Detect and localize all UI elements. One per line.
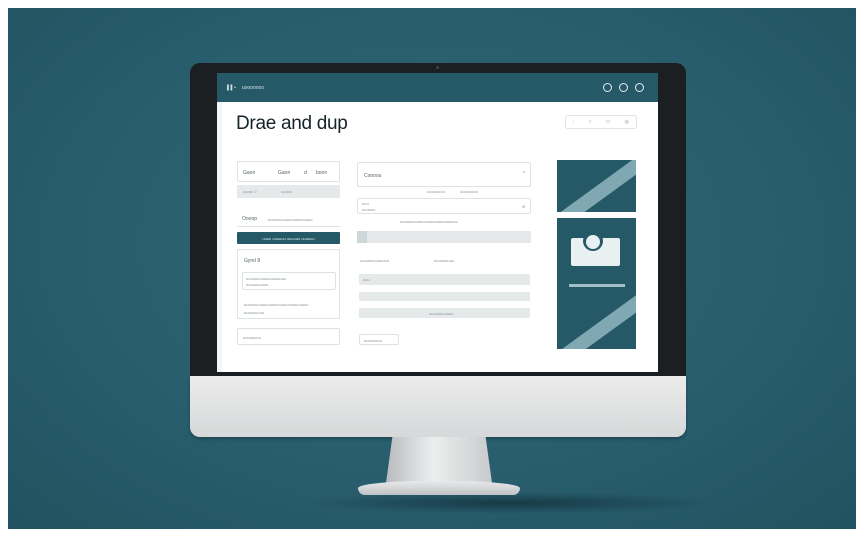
checkbox-option[interactable]: uuuuuuuuu xyxy=(244,310,264,315)
form-card: Gyrel 8 uuuuuuuuuuuuuuuuuu uuuuuuuuuu · … xyxy=(237,249,340,319)
bottom-input-value: uuuuuuuu xyxy=(243,335,261,340)
select-hint-2: oooooooo xyxy=(460,189,478,194)
filter-label-2[interactable]: Gaon xyxy=(278,170,290,176)
more-icon[interactable]: : xyxy=(573,119,574,125)
select-chevron-icon: ⌃ xyxy=(522,171,527,177)
monitor-stand-foot xyxy=(358,481,520,495)
filter-sub-2: ooooo xyxy=(281,189,293,194)
table-row[interactable]: uuu xyxy=(359,274,530,285)
nav-label[interactable]: uooooooo xyxy=(242,85,264,91)
app-topbar: ▌▌• uooooooo xyxy=(217,73,658,102)
primary-action-button[interactable]: uuuu uuuuuu uuuuuu uuuuuu xyxy=(237,232,340,244)
image-card-1[interactable] xyxy=(557,160,636,212)
filter-label-4[interactable]: boon xyxy=(316,170,327,176)
monitor-stand-neck xyxy=(386,437,492,483)
user-icon[interactable] xyxy=(635,83,644,92)
input-adjust-icon[interactable]: ⊕ xyxy=(522,204,525,209)
notification-icon[interactable] xyxy=(619,83,628,92)
select-hint: oooooooo xyxy=(427,189,445,194)
camera-dot xyxy=(436,66,439,69)
image-stripe xyxy=(557,160,636,212)
monitor-chin xyxy=(190,376,686,437)
target-icon[interactable]: ◎ xyxy=(625,119,629,125)
field-help-text: uuuuuuuuuuuuuuuuuuuuuuuuuu xyxy=(400,219,458,224)
progress-fill xyxy=(357,231,367,243)
filter-label-1[interactable]: Gaon xyxy=(243,170,255,176)
textarea-line-2: uuuuuuuuuu · xyxy=(246,282,271,287)
bottom-input[interactable]: uuuuuuuu xyxy=(237,328,340,345)
app-label[interactable]: ▌▌• xyxy=(227,85,236,91)
group-label: Oooop xyxy=(242,216,258,222)
floor-shadow xyxy=(300,492,720,514)
category-select-label: Coooou xyxy=(364,173,382,179)
group-sub: uuuuuuuuuuuuuuuuuuuu xyxy=(268,217,313,222)
table-row[interactable]: uuuuuuuuuuu xyxy=(359,308,530,318)
category-select[interactable]: Coooou ⌃ xyxy=(357,162,531,187)
notes-textarea[interactable]: uuuuuuuuuuuuuuuuuu uuuuuuuuuu · xyxy=(242,272,336,290)
screen: ▌▌• uooooooo Drae and dup : ○ ▭ ◎ Gaon G… xyxy=(217,73,658,372)
table-footer-text: uuuuuuuuuuu xyxy=(429,311,454,316)
progress-track xyxy=(357,231,531,243)
settings-icon[interactable] xyxy=(603,83,612,92)
value-input[interactable]: uuu uuuuuu ⊕ xyxy=(357,198,531,214)
filter-sub-1: oooor 2 xyxy=(243,189,257,194)
form-card-title: Gyrel 8 xyxy=(244,258,261,264)
main-content: Drae and dup : ○ ▭ ◎ Gaon Gaon d boon oo… xyxy=(222,102,658,372)
value-input-label: uuu xyxy=(362,201,369,206)
divider xyxy=(237,226,340,227)
table-row[interactable] xyxy=(359,292,530,301)
table-header-2: uuuuuuuuu xyxy=(434,258,455,263)
filter-label-3[interactable]: d xyxy=(304,170,307,176)
table-header-1: uuuuuuuuuuuuu xyxy=(360,258,389,263)
table-row-text: uuu xyxy=(363,277,370,282)
image-card-2[interactable] xyxy=(557,218,636,349)
view-controls[interactable]: : ○ ▭ ◎ xyxy=(565,115,637,129)
small-action-button[interactable]: uuuuuuuu xyxy=(359,334,399,345)
filter-row: Gaon Gaon d boon xyxy=(237,161,340,182)
textarea-line-1: uuuuuuuuuuuuuuuuuu xyxy=(246,276,287,281)
note-text: uuuuuuuuuuuuuuuuuuuuuuuuuuuuu xyxy=(244,302,309,307)
page-title: Drae and dup xyxy=(236,113,348,134)
filter-sub-row[interactable]: oooor 2 ooooo xyxy=(237,185,340,198)
small-action-label: uuuuuuuu xyxy=(364,338,382,343)
value-input-text: uuuuuu xyxy=(362,207,376,212)
circle-icon[interactable]: ○ xyxy=(589,119,592,125)
window-icon[interactable]: ▭ xyxy=(606,119,611,125)
